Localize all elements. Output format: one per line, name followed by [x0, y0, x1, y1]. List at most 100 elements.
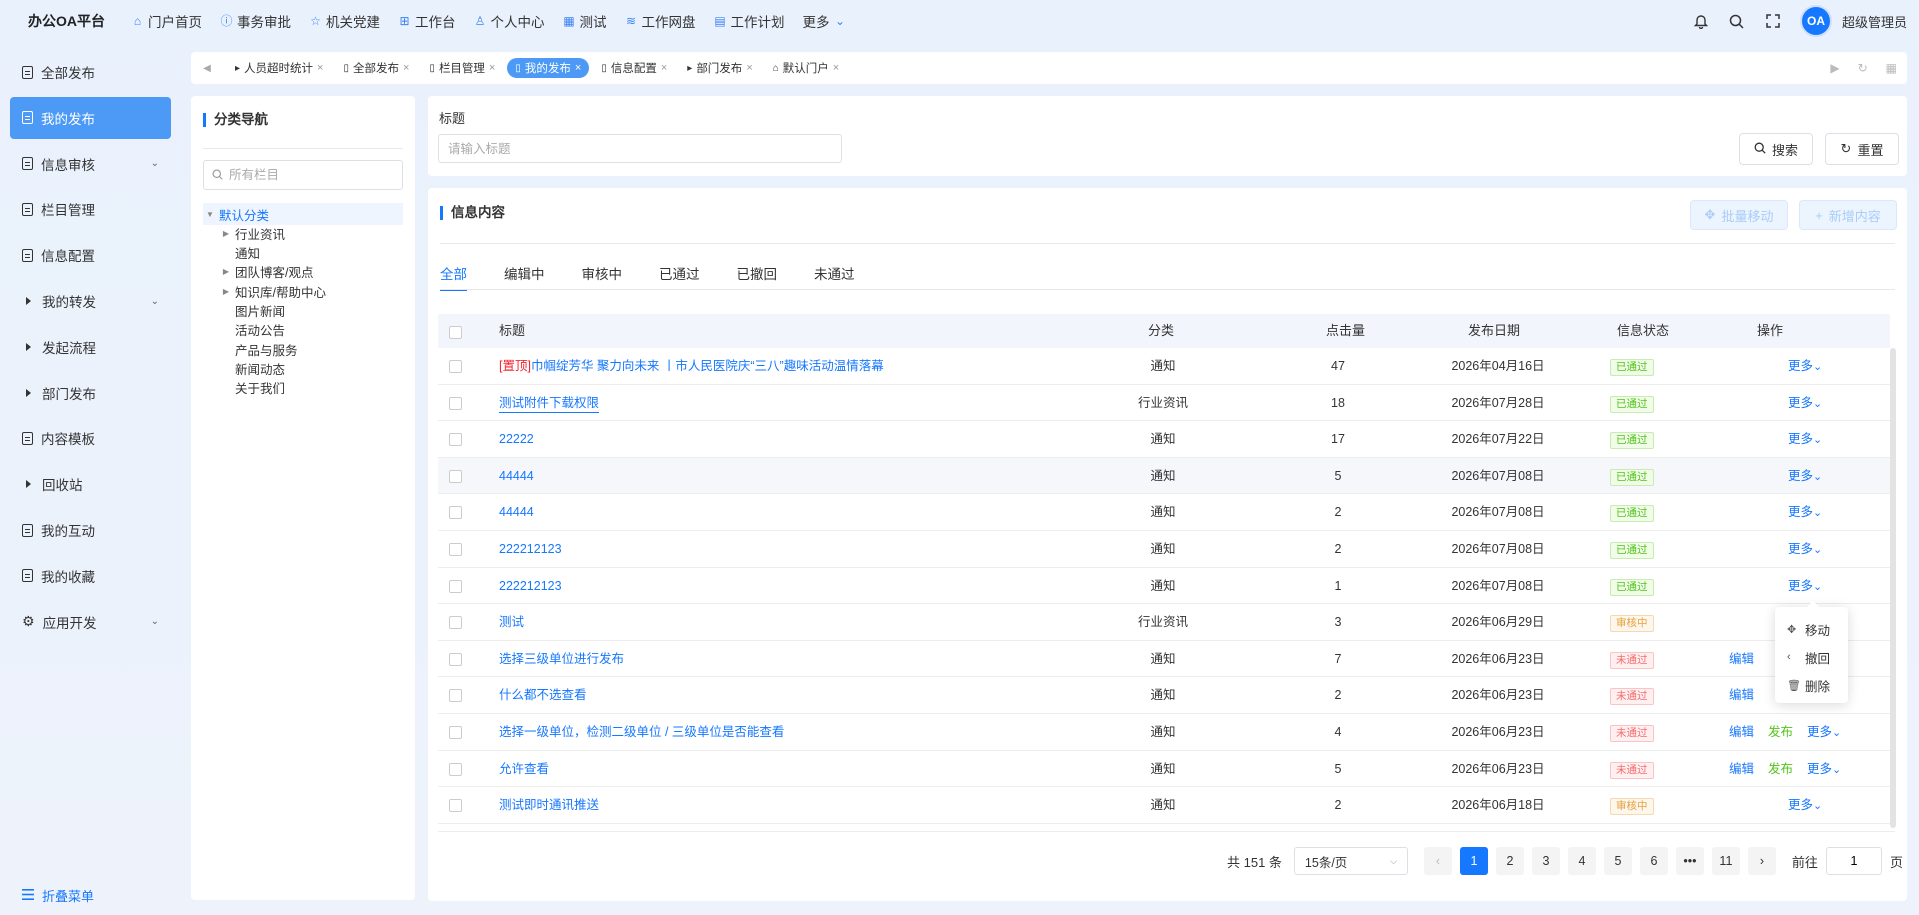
row-title-link[interactable]: 44444	[499, 469, 534, 483]
nav-item-2[interactable]: ☆ 机关党建	[300, 0, 389, 42]
row-checkbox[interactable]	[449, 433, 462, 447]
more-button[interactable]: 更多⌄	[1788, 494, 1822, 530]
row-checkbox[interactable]	[449, 652, 462, 666]
goto-page-input[interactable]	[1825, 847, 1882, 875]
row-checkbox[interactable]	[449, 799, 462, 813]
sidebar-item-12[interactable]: ⚙ 应用开发 ⌄	[10, 601, 171, 643]
status-tab-0[interactable]: 全部	[440, 263, 467, 291]
row-title-link[interactable]: 巾帼绽芳华 聚力向未来 丨市人民医院庆“三八”趣味活动温情落幕	[531, 359, 884, 373]
nav-item-0[interactable]: ⌂ 门户首页	[122, 0, 211, 42]
tab-5[interactable]: ▸ 部门发布 ×	[679, 58, 760, 78]
row-title-link[interactable]: 222212123	[499, 542, 562, 556]
close-icon[interactable]: ×	[317, 62, 323, 74]
more-button[interactable]: 更多⌄	[1788, 421, 1822, 457]
dropdown-item-1[interactable]: ‹ 撤回	[1775, 643, 1848, 671]
row-title-link[interactable]: 什么都不选查看	[499, 688, 587, 702]
dropdown-item-2[interactable]: 🗑 删除	[1775, 671, 1848, 699]
close-icon[interactable]: ×	[489, 62, 495, 74]
close-icon[interactable]: ×	[833, 62, 839, 74]
fullscreen-icon[interactable]	[1764, 12, 1782, 30]
more-button[interactable]: 更多⌄	[1788, 458, 1822, 494]
publish-button[interactable]: 发布	[1768, 751, 1793, 787]
row-checkbox[interactable]	[449, 762, 462, 776]
row-title-link[interactable]: 测试即时通讯推送	[499, 798, 599, 812]
tab-0[interactable]: ▸ 人员超时统计 ×	[227, 58, 331, 78]
more-button[interactable]: 更多⌄	[1807, 714, 1841, 750]
nav-item-7[interactable]: ▤ 工作计划	[705, 0, 794, 42]
select-all-checkbox[interactable]	[449, 326, 462, 339]
row-title-link[interactable]: 222212123	[499, 579, 562, 593]
sidebar-item-2[interactable]: 信息审核 ⌄	[10, 143, 171, 185]
row-title-link[interactable]: 测试	[499, 615, 524, 629]
row-checkbox[interactable]	[449, 689, 462, 703]
sidebar-item-10[interactable]: 我的互动	[10, 509, 171, 551]
sidebar-item-5[interactable]: 我的转发 ⌄	[10, 280, 171, 322]
close-icon[interactable]: ×	[746, 62, 752, 74]
close-icon[interactable]: ×	[575, 62, 581, 74]
status-tab-3[interactable]: 已通过	[659, 263, 700, 291]
search-icon[interactable]	[1728, 12, 1746, 30]
reset-button[interactable]: ↻ 重置	[1825, 133, 1899, 165]
tab-3[interactable]: ▯ 我的发布 ×	[507, 58, 590, 78]
collapse-menu-button[interactable]: 折叠菜单	[22, 886, 94, 905]
page-button[interactable]: •••	[1675, 847, 1704, 875]
nav-item-8[interactable]: 更多 ⌄	[794, 0, 856, 42]
row-title-link[interactable]: 测试附件下载权限	[499, 395, 600, 413]
table-scrollbar[interactable]	[1890, 348, 1896, 828]
sidebar-item-9[interactable]: 回收站	[10, 463, 171, 505]
bell-icon[interactable]	[1692, 12, 1710, 30]
row-checkbox[interactable]	[449, 616, 462, 630]
tab-grid-icon[interactable]: ▦	[1886, 61, 1897, 75]
publish-button[interactable]: 发布	[1768, 714, 1793, 750]
page-button[interactable]: 4	[1567, 847, 1596, 875]
more-button[interactable]: 更多⌄	[1788, 531, 1822, 567]
edit-button[interactable]: 编辑	[1729, 751, 1754, 787]
status-tab-4[interactable]: 已撤回	[737, 263, 778, 291]
row-title-link[interactable]: 44444	[499, 505, 534, 519]
avatar[interactable]: OA	[1799, 5, 1832, 37]
page-button[interactable]: 6	[1639, 847, 1668, 875]
status-tab-5[interactable]: 未通过	[814, 263, 855, 291]
tree-node-9[interactable]: 关于我们	[203, 377, 403, 399]
refresh-icon[interactable]: ↻	[1858, 61, 1868, 75]
row-checkbox[interactable]	[449, 360, 462, 373]
row-checkbox[interactable]	[449, 396, 462, 410]
row-title-link[interactable]: 选择三级单位进行发布	[499, 652, 624, 666]
row-title-link[interactable]: 允许查看	[499, 762, 549, 776]
row-checkbox[interactable]	[449, 469, 462, 483]
page-button[interactable]: 11	[1711, 847, 1740, 875]
search-button[interactable]: 搜索	[1739, 133, 1813, 165]
nav-item-1[interactable]: ⓘ 事务审批	[211, 0, 300, 42]
title-filter-input[interactable]	[438, 134, 842, 163]
row-title-link[interactable]: 22222	[499, 432, 534, 446]
tab-scroll-left-icon[interactable]: ◀	[199, 63, 215, 74]
sidebar-item-4[interactable]: 信息配置	[10, 234, 171, 276]
batch-move-button[interactable]: ✥ 批量移动	[1690, 200, 1788, 230]
row-checkbox[interactable]	[449, 726, 462, 739]
row-checkbox[interactable]	[449, 543, 462, 556]
page-button[interactable]: 3	[1531, 847, 1560, 875]
more-button[interactable]: 更多⌄	[1788, 385, 1822, 421]
nav-item-6[interactable]: ≋ 工作网盘	[616, 0, 705, 42]
row-checkbox[interactable]	[449, 579, 462, 593]
sidebar-item-6[interactable]: 发起流程	[10, 326, 171, 368]
prev-page-button[interactable]: ‹	[1423, 847, 1452, 875]
nav-item-4[interactable]: ♙ 个人中心	[465, 0, 554, 42]
add-content-button[interactable]: + 新增内容	[1799, 200, 1897, 230]
category-search-input[interactable]	[229, 168, 399, 182]
sidebar-item-8[interactable]: 内容模板	[10, 417, 171, 459]
tab-scroll-right-icon[interactable]: ▶	[1830, 61, 1839, 75]
more-button[interactable]: 更多⌄	[1807, 751, 1841, 787]
next-page-button[interactable]: ›	[1747, 847, 1776, 875]
page-button[interactable]: 1	[1459, 847, 1488, 875]
page-size-select[interactable]: 15条/页 ⌵	[1293, 847, 1408, 875]
sidebar-item-3[interactable]: 栏目管理	[10, 188, 171, 230]
edit-button[interactable]: 编辑	[1729, 677, 1754, 713]
sidebar-item-11[interactable]: 我的收藏	[10, 555, 171, 597]
dropdown-item-0[interactable]: ✥ 移动	[1775, 615, 1848, 643]
edit-button[interactable]: 编辑	[1729, 641, 1754, 677]
page-button[interactable]: 2	[1495, 847, 1524, 875]
more-button[interactable]: 更多⌄	[1788, 787, 1822, 823]
page-button[interactable]: 5	[1603, 847, 1632, 875]
more-button[interactable]: 更多⌄	[1788, 348, 1822, 384]
